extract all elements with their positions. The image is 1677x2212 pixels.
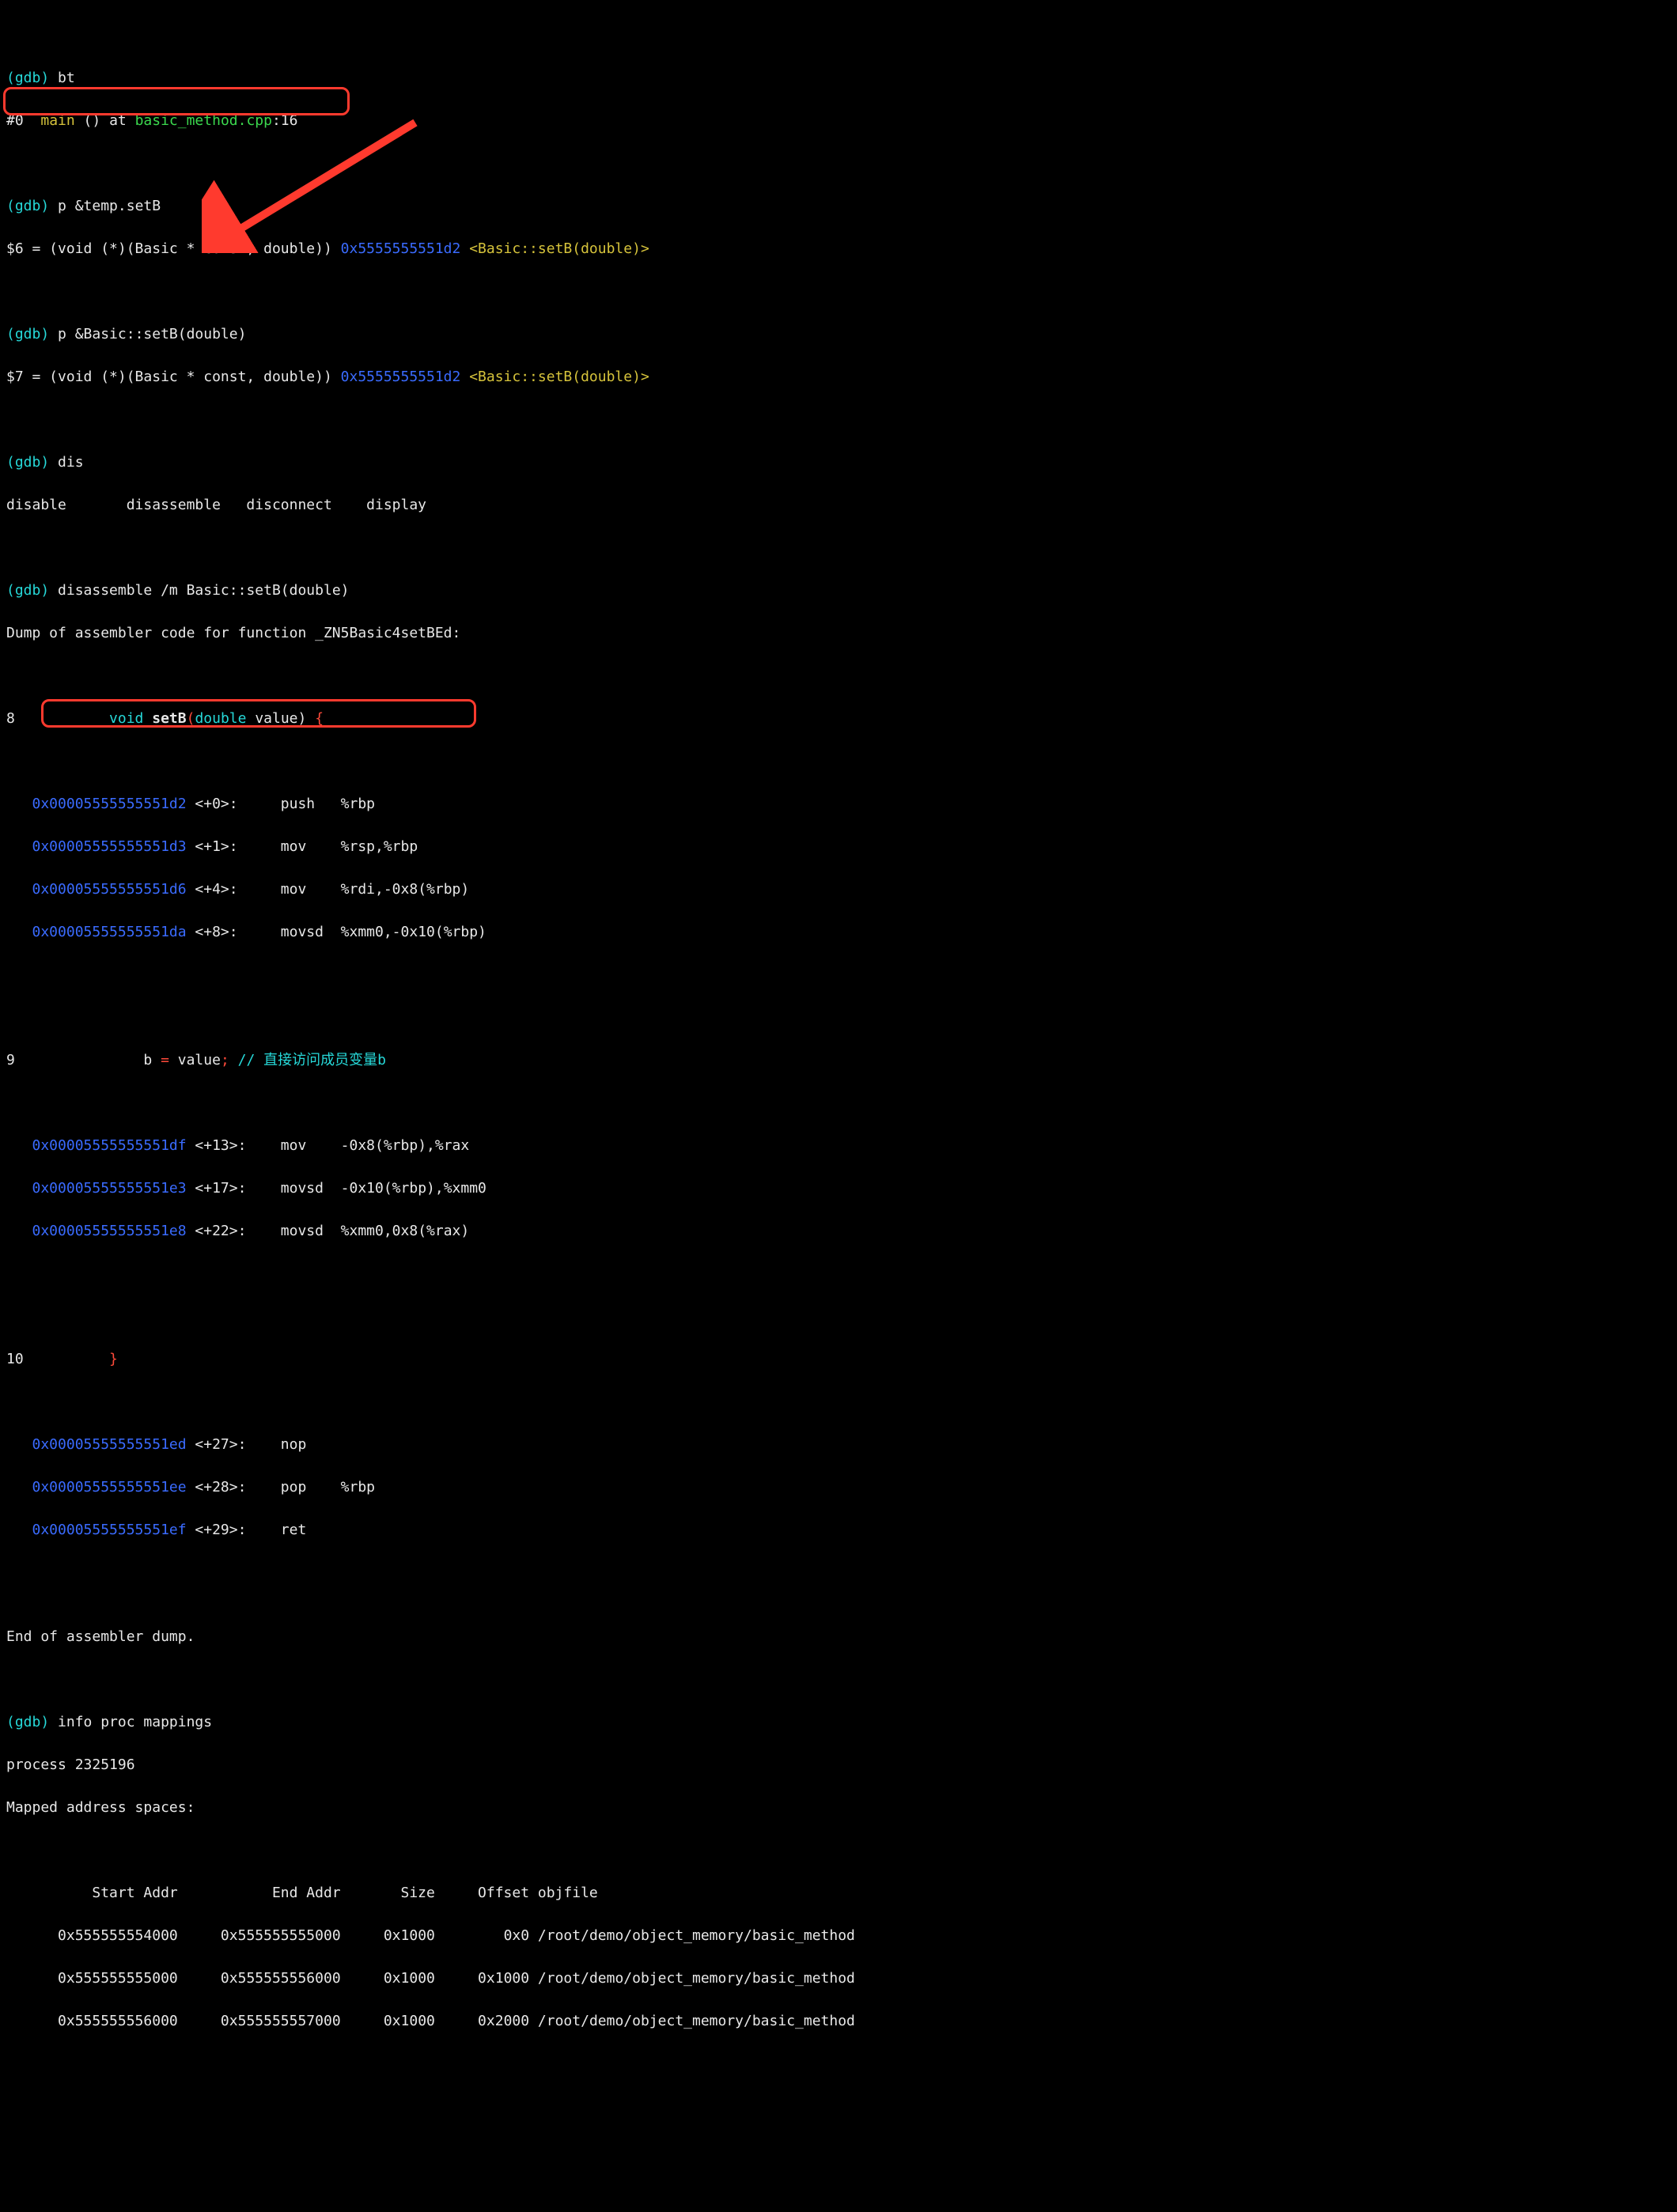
dis-completions: disable disassemble disconnect display (6, 494, 1671, 516)
cmd-print-temp: p &temp.setB (58, 198, 161, 214)
gdb-line: (gdb) bt (6, 67, 1671, 89)
mapped-addr-header: Mapped address spaces: (6, 1797, 1671, 1818)
blank-line (6, 1263, 1671, 1284)
gdb-prompt: (gdb) (6, 70, 49, 86)
asm-row: 0x00005555555551d2 <+0>: push %rbp (6, 793, 1671, 815)
gdb-prompt: (gdb) (6, 326, 49, 342)
annotation-arrow-icon (202, 111, 423, 253)
cmd-print-basic: p &Basic::setB(double) (58, 326, 246, 342)
gdb-prompt: (gdb) (6, 198, 49, 214)
dump-header: Dump of assembler code for function _ZN5… (6, 622, 1671, 644)
gdb-line: (gdb) p &Basic::setB(double) (6, 323, 1671, 345)
table-row: 0x555555555000 0x555555556000 0x1000 0x1… (6, 1968, 1671, 1989)
gdb-line: (gdb) p &temp.setB (6, 195, 1671, 217)
end-of-dump: End of assembler dump. (6, 1626, 1671, 1647)
gdb-line: (gdb) disassemble /m Basic::setB(double) (6, 580, 1671, 601)
asm-row: 0x00005555555551df <+13>: mov -0x8(%rbp)… (6, 1135, 1671, 1156)
asm-row: 0x00005555555551da <+8>: movsd %xmm0,-0x… (6, 921, 1671, 943)
bt-frame: #0 main () at basic_method.cpp:16 (6, 110, 1671, 131)
table-row: 0x555555554000 0x555555555000 0x1000 0x0… (6, 1925, 1671, 1946)
blank-line (6, 1562, 1671, 1583)
asm-row: 0x00005555555551d3 <+1>: mov %rsp,%rbp (6, 836, 1671, 857)
terminal-output[interactable]: (gdb) bt #0 main () at basic_method.cpp:… (0, 0, 1677, 2212)
print-result-7: $7 = (void (*)(Basic * const, double)) 0… (6, 366, 1671, 388)
asm-row: 0x00005555555551d6 <+4>: mov %rdi,-0x8(%… (6, 879, 1671, 900)
asm-row: 0x00005555555551e3 <+17>: movsd -0x10(%r… (6, 1178, 1671, 1199)
gdb-line: (gdb) info proc mappings (6, 1711, 1671, 1733)
blank-line (6, 964, 1671, 985)
gdb-prompt: (gdb) (6, 454, 49, 471)
source-line-9: 9 b = value; // 直接访问成员变量b (6, 1049, 1671, 1071)
gdb-prompt: (gdb) (6, 1714, 49, 1730)
blank-line (6, 1840, 1671, 1861)
table-row: 0x555555556000 0x555555557000 0x1000 0x2… (6, 2010, 1671, 2032)
gdb-line: (gdb) dis (6, 452, 1671, 473)
source-line-8: 8 void setB(double value) { (6, 708, 1671, 729)
gdb-prompt: (gdb) (6, 582, 49, 599)
mappings-header: Start Addr End Addr Size Offset objfile (6, 1882, 1671, 1904)
asm-row: 0x00005555555551e8 <+22>: movsd %xmm0,0x… (6, 1220, 1671, 1242)
asm-row: 0x00005555555551ef <+29>: ret (6, 1519, 1671, 1541)
print-result-6: $6 = (void (*)(Basic * const, double)) 0… (6, 238, 1671, 259)
process-id: process 2325196 (6, 1754, 1671, 1775)
cmd-info-proc: info proc mappings (58, 1714, 212, 1730)
cmd-bt: bt (58, 70, 75, 86)
source-line-10: 10 } (6, 1348, 1671, 1370)
cmd-disassemble: disassemble /m Basic::setB(double) (58, 582, 349, 599)
asm-row: 0x00005555555551ed <+27>: nop (6, 1434, 1671, 1455)
cmd-dis: dis (58, 454, 84, 471)
asm-row: 0x00005555555551ee <+28>: pop %rbp (6, 1477, 1671, 1498)
